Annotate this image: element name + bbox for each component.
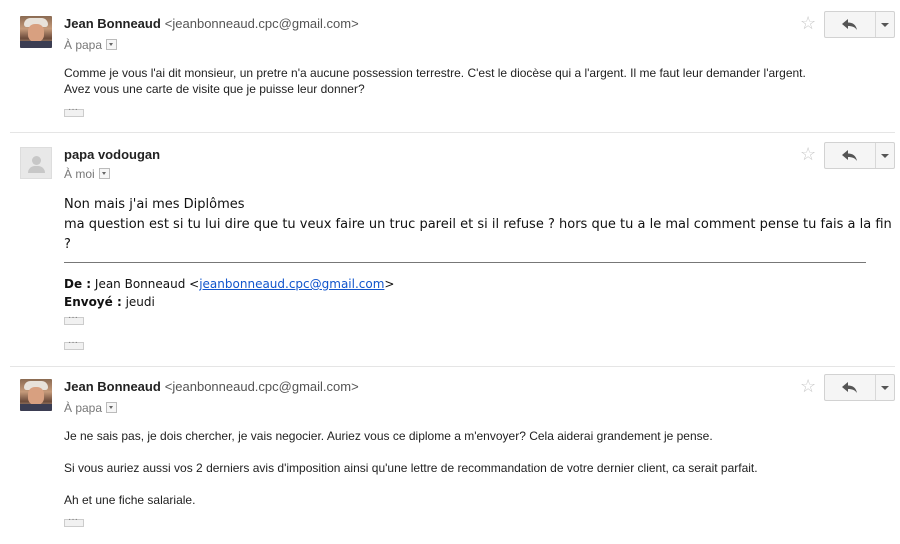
more-options-icon[interactable] xyxy=(876,12,894,37)
message-body: Non mais j'ai mes Diplômes ma question e… xyxy=(64,195,892,255)
body-line: Non mais j'ai mes Diplômes xyxy=(64,197,245,212)
sender-avatar[interactable] xyxy=(20,379,52,411)
sender-name[interactable]: Jean Bonneaud xyxy=(64,16,161,31)
recipient-line[interactable]: À moi xyxy=(64,167,110,181)
recipient-label: À papa xyxy=(64,401,103,415)
reply-button-group xyxy=(824,142,895,169)
details-dropdown-icon[interactable] xyxy=(106,402,118,413)
reply-icon xyxy=(842,150,857,161)
sender-email: <jeanbonneaud.cpc@gmail.com> xyxy=(164,379,359,394)
body-line: ma question est si tu lui dire que tu ve… xyxy=(64,217,892,232)
sender-line: Jean Bonneaud <jeanbonneaud.cpc@gmail.com… xyxy=(64,16,359,31)
recipient-line[interactable]: À papa xyxy=(64,38,118,52)
more-options-icon[interactable] xyxy=(876,143,894,168)
star-icon[interactable]: ☆ xyxy=(800,145,816,163)
sender-name[interactable]: Jean Bonneaud xyxy=(64,379,161,394)
reply-button[interactable] xyxy=(825,143,876,168)
details-dropdown-icon[interactable] xyxy=(98,168,110,179)
from-close: > xyxy=(384,277,395,291)
body-paragraph: Ah et une fiche salariale. xyxy=(64,493,196,507)
reply-button[interactable] xyxy=(825,12,876,37)
sent-label: Envoyé : xyxy=(64,295,122,309)
star-icon[interactable]: ☆ xyxy=(800,14,816,32)
details-dropdown-icon[interactable] xyxy=(106,39,118,50)
body-paragraph: Si vous auriez aussi vos 2 derniers avis… xyxy=(64,461,758,475)
sender-avatar[interactable] xyxy=(20,16,52,48)
message-2: papa vodougan À moi ☆ Non mais j'ai mes … xyxy=(0,133,900,365)
recipient-label: À papa xyxy=(64,38,103,52)
more-options-icon[interactable] xyxy=(876,375,894,400)
message-3: Jean Bonneaud <jeanbonneaud.cpc@gmail.com… xyxy=(0,367,900,544)
from-label: De : xyxy=(64,277,92,291)
reply-button-group xyxy=(824,11,895,38)
message-body: Je ne sais pas, je dois chercher, je vai… xyxy=(64,428,884,508)
sender-name[interactable]: papa vodougan xyxy=(64,147,160,162)
show-trimmed-content-icon[interactable] xyxy=(64,312,84,325)
reply-icon xyxy=(842,19,857,30)
show-trimmed-content-icon[interactable] xyxy=(64,337,84,350)
sent-value: jeudi xyxy=(125,295,155,309)
message-body: Comme je vous l'ai dit monsieur, un pret… xyxy=(64,65,884,97)
reply-button-group xyxy=(824,374,895,401)
recipient-label: À moi xyxy=(64,167,95,181)
recipient-line[interactable]: À papa xyxy=(64,401,118,415)
sender-email: <jeanbonneaud.cpc@gmail.com> xyxy=(164,16,359,31)
from-email-link[interactable]: jeanbonneaud.cpc@gmail.com xyxy=(199,277,384,291)
body-paragraph: Je ne sais pas, je dois chercher, je vai… xyxy=(64,429,713,443)
reply-button[interactable] xyxy=(825,375,876,400)
sender-line: papa vodougan xyxy=(64,147,160,162)
quote-separator xyxy=(64,262,866,263)
message-1: Jean Bonneaud <jeanbonneaud.cpc@gmail.com… xyxy=(0,0,900,132)
body-line: Comme je vous l'ai dit monsieur, un pret… xyxy=(64,66,806,80)
body-line: ? xyxy=(64,237,71,252)
body-line: Avez vous une carte de visite que je pui… xyxy=(64,82,365,96)
reply-icon xyxy=(842,382,857,393)
show-trimmed-content-icon[interactable] xyxy=(64,514,84,527)
sender-avatar[interactable] xyxy=(20,147,52,179)
sender-line: Jean Bonneaud <jeanbonneaud.cpc@gmail.com… xyxy=(64,379,359,394)
show-trimmed-content-icon[interactable] xyxy=(64,104,84,117)
star-icon[interactable]: ☆ xyxy=(800,377,816,395)
quoted-header: De : Jean Bonneaud <jeanbonneaud.cpc@gma… xyxy=(64,275,394,311)
from-name: Jean Bonneaud < xyxy=(94,277,200,291)
